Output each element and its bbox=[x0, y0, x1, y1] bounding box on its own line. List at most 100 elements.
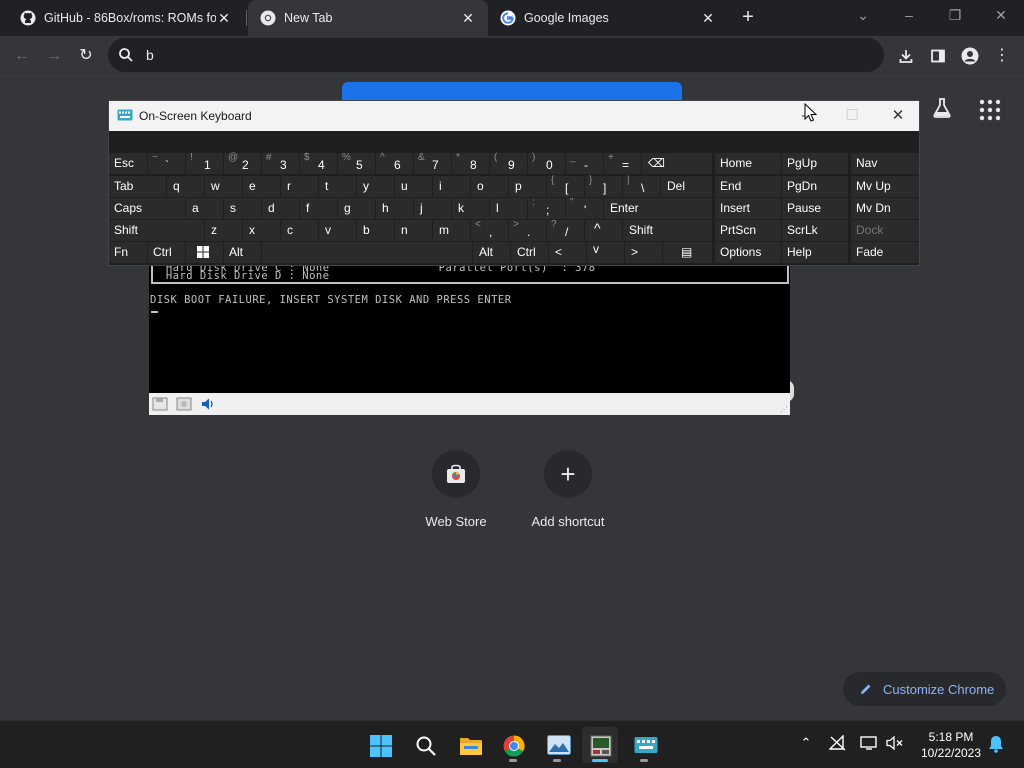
key-equals[interactable]: + = bbox=[604, 152, 641, 174]
google-apps-icon[interactable] bbox=[978, 98, 1002, 122]
key-tab[interactable]: Tab bbox=[109, 176, 166, 197]
notification-bell-icon[interactable] bbox=[986, 735, 1006, 755]
key-c[interactable]: c bbox=[281, 220, 318, 241]
key-enter[interactable]: Enter bbox=[604, 198, 712, 219]
key-end[interactable]: End bbox=[715, 176, 781, 197]
key-prtscn[interactable]: PrtScn bbox=[715, 220, 781, 241]
key-8[interactable]: * 8 bbox=[452, 152, 489, 174]
key-right-arrow[interactable]: > bbox=[625, 242, 662, 263]
key-down-arrow[interactable]: v bbox=[587, 242, 624, 263]
key-a[interactable]: a bbox=[186, 198, 223, 219]
key-pgdn[interactable]: PgDn bbox=[782, 176, 848, 197]
key-z[interactable]: z bbox=[205, 220, 242, 241]
tab-google-images[interactable]: Google Images ✕ bbox=[488, 0, 728, 36]
key-2[interactable]: @2 bbox=[224, 152, 261, 174]
key-ctrl-left[interactable]: Ctrl bbox=[148, 242, 185, 263]
key-left-arrow[interactable]: < bbox=[549, 242, 586, 263]
close-tab-icon[interactable]: ✕ bbox=[700, 10, 716, 26]
key-slash[interactable]: ? / bbox=[547, 219, 584, 241]
key-g[interactable]: g bbox=[338, 198, 375, 219]
key-pause[interactable]: Pause bbox=[782, 198, 848, 219]
key-h[interactable]: h bbox=[376, 198, 413, 219]
shortcut-add[interactable]: + Add shortcut bbox=[518, 450, 618, 529]
key-4[interactable]: $4 bbox=[300, 152, 337, 174]
volume-muted-icon[interactable] bbox=[885, 735, 905, 755]
cdrom-drive-icon[interactable] bbox=[176, 397, 192, 411]
key-fn[interactable]: Fn bbox=[109, 242, 147, 263]
download-icon[interactable] bbox=[892, 42, 920, 70]
key-mv-up[interactable]: Mv Up bbox=[851, 176, 919, 197]
key-mv-dn[interactable]: Mv Dn bbox=[851, 198, 919, 219]
key-backslash[interactable]: | \ bbox=[623, 175, 660, 197]
taskbar-search[interactable] bbox=[407, 727, 443, 763]
key-7[interactable]: & 7 bbox=[414, 152, 451, 174]
close-tab-icon[interactable]: ✕ bbox=[460, 10, 476, 26]
key-f[interactable]: f bbox=[300, 198, 337, 219]
key-k[interactable]: k bbox=[452, 198, 489, 219]
key-e[interactable]: e bbox=[243, 176, 280, 197]
taskbar-file-explorer[interactable] bbox=[451, 727, 487, 763]
side-panel-icon[interactable] bbox=[924, 42, 952, 70]
key-b[interactable]: b bbox=[357, 220, 394, 241]
key-del[interactable]: Del bbox=[661, 176, 712, 197]
key-left-bracket[interactable]: {[ bbox=[547, 175, 584, 197]
key-options[interactable]: Options bbox=[715, 242, 781, 263]
key-r[interactable]: r bbox=[281, 176, 318, 197]
key-9[interactable]: (9 bbox=[490, 152, 527, 174]
key-0[interactable]: ) 0 bbox=[528, 152, 565, 174]
key-scrlk[interactable]: ScrLk bbox=[782, 220, 848, 241]
customize-chrome-button[interactable]: Customize Chrome bbox=[843, 672, 1006, 706]
display-icon[interactable] bbox=[859, 735, 879, 755]
key-backtick[interactable]: ~ ` bbox=[148, 152, 185, 174]
shortcut-web-store[interactable]: Web Store bbox=[406, 450, 506, 529]
key-alt-left[interactable]: Alt bbox=[224, 242, 261, 263]
key-nav[interactable]: Nav bbox=[851, 153, 919, 174]
close-window-icon[interactable]: ✕ bbox=[978, 0, 1024, 32]
key-u[interactable]: u bbox=[395, 176, 432, 197]
tab-new-tab[interactable]: New Tab ✕ bbox=[248, 0, 488, 36]
osk-title-bar[interactable]: On-Screen Keyboard – ☐ ✕ bbox=[109, 101, 919, 131]
restore-icon[interactable]: ❐ bbox=[932, 0, 978, 32]
taskbar-86box[interactable] bbox=[582, 727, 618, 763]
close-tab-icon[interactable]: ✕ bbox=[216, 10, 232, 26]
taskbar-chrome[interactable] bbox=[495, 727, 531, 763]
tab-github[interactable]: GitHub - 86Box/roms: ROMs for t ✕ bbox=[8, 0, 244, 36]
key-o[interactable]: o bbox=[471, 176, 508, 197]
taskbar-clock[interactable]: 5:18 PM 10/22/2023 bbox=[916, 729, 986, 761]
address-bar[interactable]: b bbox=[108, 38, 884, 72]
key-minus[interactable]: _ - bbox=[566, 152, 603, 174]
key-y[interactable]: y bbox=[357, 176, 394, 197]
labs-flask-icon[interactable] bbox=[930, 96, 954, 120]
key-period[interactable]: >. bbox=[509, 219, 546, 241]
key-space[interactable] bbox=[262, 242, 472, 263]
key-d[interactable]: d bbox=[262, 198, 299, 219]
sound-icon[interactable] bbox=[200, 397, 216, 411]
minimize-icon[interactable]: – bbox=[886, 0, 932, 32]
taskbar-on-screen-keyboard[interactable] bbox=[626, 727, 662, 763]
key-quote[interactable]: " ' bbox=[566, 197, 603, 219]
key-pgup[interactable]: PgUp bbox=[782, 153, 848, 174]
forward-icon[interactable]: → bbox=[40, 42, 68, 70]
key-comma[interactable]: <, bbox=[471, 219, 508, 241]
key-5[interactable]: % 5 bbox=[338, 152, 375, 174]
key-i[interactable]: i bbox=[433, 176, 470, 197]
key-alt-right[interactable]: Alt bbox=[473, 242, 510, 263]
key-v[interactable]: v bbox=[319, 220, 356, 241]
key-fade[interactable]: Fade bbox=[851, 242, 919, 263]
taskbar-photos[interactable] bbox=[539, 727, 575, 763]
key-up-arrow[interactable]: ^ bbox=[585, 220, 622, 241]
emulator-window[interactable]: Hard Disk Drive C : None Parallel Port(s… bbox=[149, 262, 790, 415]
key-w[interactable]: w bbox=[205, 176, 242, 197]
key-semicolon[interactable]: :; bbox=[528, 197, 565, 219]
key-l[interactable]: l bbox=[490, 198, 527, 219]
key-q[interactable]: q bbox=[167, 176, 204, 197]
key-j[interactable]: j bbox=[414, 198, 451, 219]
key-p[interactable]: p bbox=[509, 176, 546, 197]
start-button[interactable] bbox=[362, 727, 398, 763]
key-m[interactable]: m bbox=[433, 220, 470, 241]
key-s[interactable]: s bbox=[224, 198, 261, 219]
key-ctrl-right[interactable]: Ctrl bbox=[511, 242, 548, 263]
key-insert[interactable]: Insert bbox=[715, 198, 781, 219]
key-right-bracket[interactable]: }] bbox=[585, 175, 622, 197]
osk-close-icon[interactable]: ✕ bbox=[875, 101, 921, 131]
